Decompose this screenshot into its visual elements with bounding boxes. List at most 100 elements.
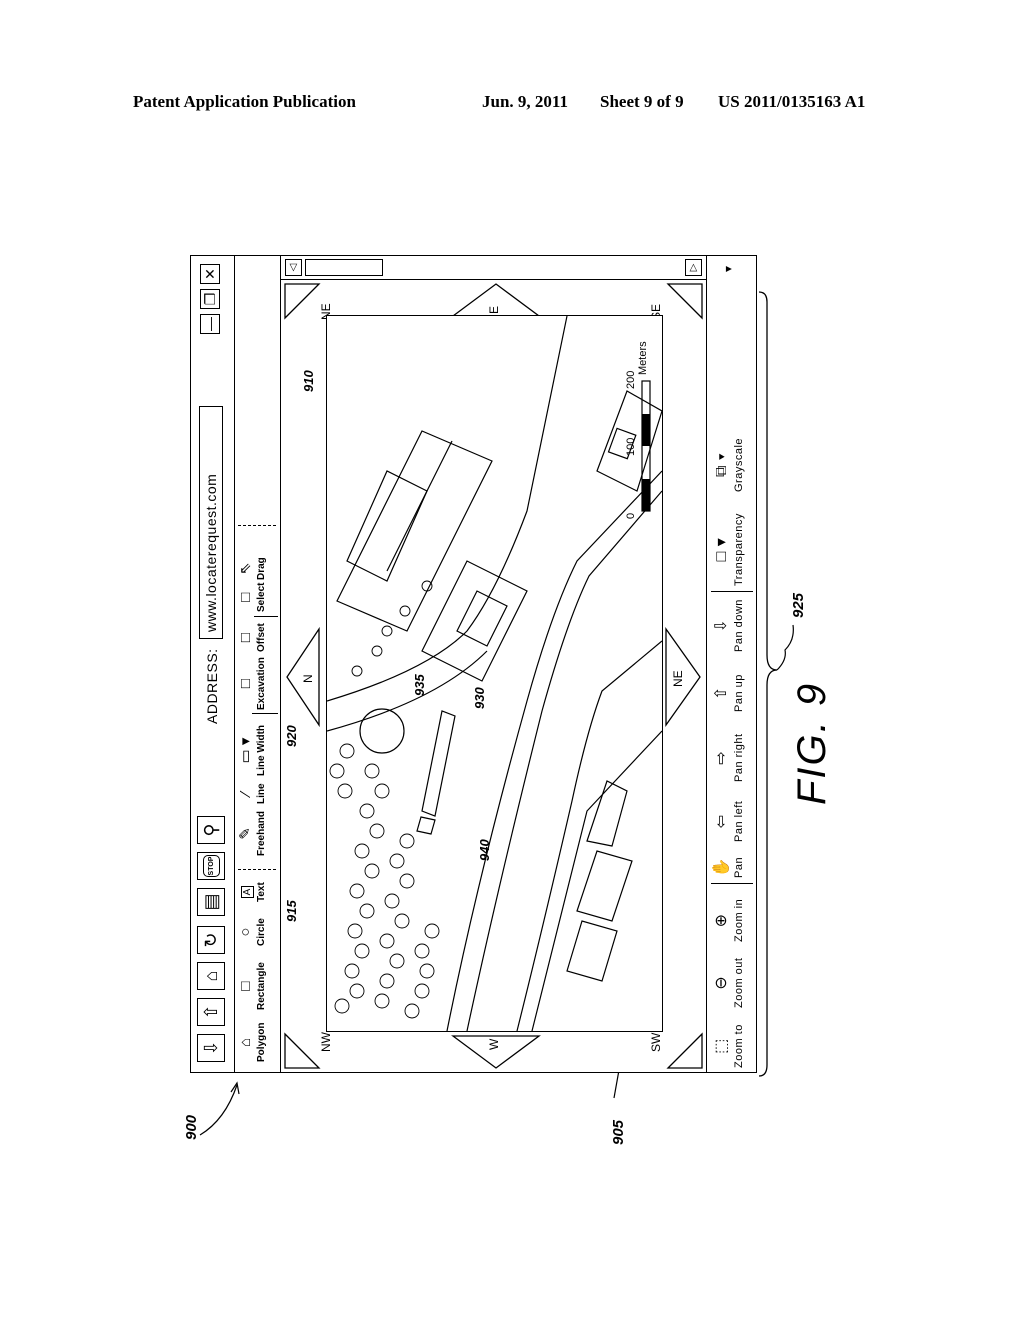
tool-label: Rectangle — [256, 962, 267, 1010]
triangle-right-icon: ▷ — [688, 263, 699, 272]
arrow-down-icon: ⇩ — [201, 1040, 221, 1056]
tool-label: Offset — [256, 623, 267, 652]
minimize-button[interactable]: — — [200, 314, 220, 334]
sheet-number: Sheet 9 of 9 — [600, 92, 684, 111]
pan-northeast-button[interactable] — [283, 282, 321, 320]
forward-button[interactable]: ⇧ — [197, 998, 225, 1026]
search-button[interactable]: ⚲ — [197, 816, 225, 844]
scroll-thumb[interactable] — [305, 259, 383, 276]
browser-window: ⇩ ⇧ ⌂ ↻ ▤ STOP ⚲ ADDRESS: www.locaterequ… — [190, 255, 757, 1073]
stop-sign-icon: STOP — [202, 854, 220, 878]
transparency-dropdown[interactable]: □ ▾ Transparency — [711, 513, 745, 586]
pan-southeast-button[interactable] — [666, 282, 704, 320]
tool-label: Select — [256, 582, 267, 612]
tool-label: Drag — [256, 557, 267, 580]
tool-select[interactable]: □ Select — [236, 583, 267, 612]
tool-drag[interactable]: ⇖ Drag — [236, 557, 267, 580]
address-label: ADDRESS: — [204, 648, 220, 724]
tool-label: Text — [256, 882, 267, 902]
scroll-up-button[interactable]: ◁ — [285, 259, 302, 276]
restore-button[interactable]: ❐ — [200, 289, 220, 309]
tool-line[interactable]: ⁄ Line — [236, 783, 267, 804]
zoom-out-button[interactable]: ⊖ Zoom out — [711, 958, 745, 1008]
publication-date: Jun. 9, 2011 — [482, 92, 568, 111]
tool-polygon[interactable]: ⌂ Polygon — [236, 1023, 267, 1062]
toolbar-divider — [252, 713, 278, 714]
more-dropdown-icon[interactable]: ▾ — [721, 266, 735, 272]
pan-button[interactable]: ✋ Pan — [711, 857, 745, 878]
arrow-up-icon: ⇧ — [201, 1004, 221, 1020]
compass-nw-label: NW — [319, 1032, 333, 1052]
address-input[interactable]: www.locaterequest.com — [199, 406, 223, 639]
home-icon: ⌂ — [201, 970, 221, 982]
tool-label: Zoom in — [733, 898, 745, 942]
pan-down-button[interactable]: ⇩ Pan down — [711, 599, 745, 652]
zoom-to-box-icon: ⬚ — [713, 1038, 730, 1054]
ref-925-bracket — [758, 291, 794, 1077]
tool-label: Line — [256, 783, 267, 804]
line-width-icon: ▭ ▾ — [237, 737, 254, 764]
tool-label: Polygon — [256, 1022, 267, 1062]
tool-offset[interactable]: □ Offset — [236, 623, 267, 652]
ref-930: 930 — [472, 687, 487, 709]
tool-circle[interactable]: ○ Circle — [236, 918, 267, 946]
compass-e-label: E — [487, 305, 501, 314]
tool-line-width[interactable]: ▭ ▾ Line Width — [236, 725, 267, 776]
ref-900-leader — [199, 1081, 240, 1136]
pan-up-button[interactable]: ⇧ Pan up — [711, 674, 745, 712]
map-view[interactable]: 0 100 200 Meters 930 935 940 — [326, 315, 663, 1032]
tool-label: Circle — [256, 918, 267, 946]
close-button[interactable]: ✕ — [200, 264, 220, 284]
scroll-down-button[interactable]: ▷ — [685, 259, 702, 276]
arrow-left-icon: ⇦ — [713, 814, 730, 829]
ref-910: 910 — [301, 370, 316, 392]
tool-label: Transparency — [733, 513, 745, 586]
drawing-toolbar: ⌂ Polygon □ Rectangle ○ Circle A Text ✎ Freeh… — [234, 256, 281, 1072]
scale-tick-100: 100 — [625, 437, 637, 456]
zoom-in-button[interactable]: ⊕ Zoom in — [711, 899, 745, 942]
pan-northwest-button[interactable] — [283, 1032, 321, 1070]
ref-940: 940 — [477, 839, 492, 861]
stop-button[interactable]: STOP — [197, 852, 225, 880]
arrow-down-icon: ⇩ — [713, 618, 730, 633]
tool-rectangle[interactable]: □ Rectangle — [236, 962, 267, 1010]
restore-icon: ❐ — [202, 292, 218, 306]
pan-southwest-button[interactable] — [666, 1032, 704, 1070]
line-icon: ⁄ — [237, 792, 254, 795]
vertical-scrollbar[interactable]: ◁ ▷ — [281, 255, 706, 280]
map-nav-toolbar: ⬚ Zoom to ⊖ Zoom out ⊕ Zoom in ✋ Pan ⇦ Pan le… — [706, 256, 757, 1072]
map-panel: NW NE SW SE W E N NE 0 100 200 Meters 93… — [281, 280, 706, 1072]
toolbar-divider — [254, 616, 278, 617]
tool-label: Pan up — [733, 674, 745, 712]
refresh-icon: ↻ — [201, 932, 221, 948]
refresh-button[interactable]: ↻ — [197, 926, 225, 954]
printer-icon: ▤ — [201, 893, 221, 911]
checkbox-icon: □ — [237, 592, 254, 602]
tool-freehand[interactable]: ✎ Freehand — [236, 811, 267, 856]
zoom-to-button[interactable]: ⬚ Zoom to — [711, 1024, 745, 1068]
scale-tick-0: 0 — [625, 512, 637, 519]
pan-east-button[interactable] — [451, 280, 541, 320]
tool-label: Freehand — [256, 810, 267, 856]
pan-left-button[interactable]: ⇦ Pan left — [711, 801, 745, 842]
scale-unit: Meters — [637, 341, 649, 375]
hand-icon: ✋ — [713, 857, 730, 878]
tool-text[interactable]: A Text — [236, 882, 267, 902]
tool-excavation[interactable]: □ Excavation — [236, 657, 267, 710]
grayscale-icon: ⧉ ▾ — [713, 452, 730, 478]
print-button[interactable]: ▤ — [197, 888, 225, 916]
triangle-left-icon: ◁ — [288, 263, 299, 272]
grayscale-dropdown[interactable]: ⧉ ▾ Grayscale — [711, 438, 745, 492]
tool-label: Zoom out — [733, 957, 745, 1008]
text-icon-glyph: A — [241, 885, 254, 899]
toolbar-divider — [238, 525, 276, 526]
checkbox-icon: □ — [237, 679, 254, 689]
cursor-icon: ⇖ — [237, 562, 254, 575]
arrow-up-icon: ⇧ — [713, 686, 730, 701]
pan-right-button[interactable]: ⇨ Pan right — [711, 733, 745, 782]
home-button[interactable]: ⌂ — [197, 962, 225, 990]
zoom-in-icon: ⊕ — [713, 913, 730, 928]
tool-label: Zoom to — [733, 1024, 745, 1068]
back-button[interactable]: ⇩ — [197, 1034, 225, 1062]
checkbox-icon: □ — [237, 633, 254, 643]
